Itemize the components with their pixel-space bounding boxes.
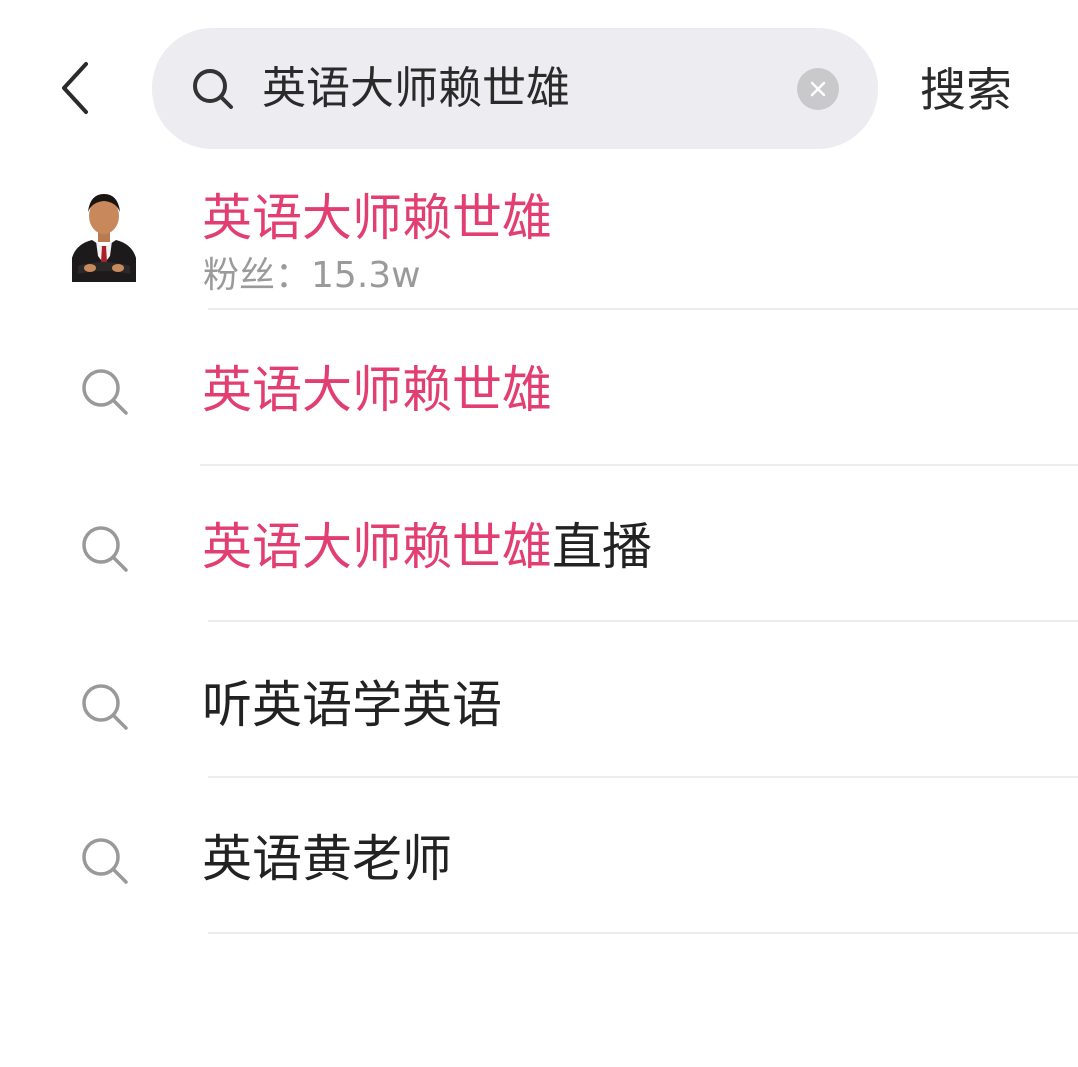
user-result[interactable]: 英语大师赖世雄 粉丝：15.3w	[0, 160, 1078, 310]
fans-count: 15.3w	[311, 255, 421, 296]
search-icon	[82, 526, 128, 572]
list-item[interactable]: 听英语学英语	[0, 645, 1078, 765]
suggestion-text: 英语大师赖世雄	[202, 330, 552, 450]
user-name: 英语大师赖世雄	[202, 189, 552, 247]
suggestion-rest: 英语黄老师	[202, 830, 452, 888]
clear-icon	[810, 81, 826, 97]
suggestion-highlight: 英语大师赖世雄	[202, 518, 552, 576]
list-item[interactable]: 英语大师赖世雄	[0, 330, 1078, 450]
search-page: 英语大师赖世雄 搜索 英语大师赖世雄 粉丝：15.3w 英语大师赖世雄 英语大师…	[0, 0, 1078, 1067]
list-item[interactable]: 英语大师赖世雄直播	[0, 487, 1078, 607]
search-button[interactable]: 搜索	[920, 58, 1012, 122]
suggestion-text: 听英语学英语	[202, 645, 502, 765]
divider	[208, 620, 1078, 622]
chevron-left-icon	[62, 62, 88, 114]
user-fans: 粉丝：15.3w	[203, 246, 421, 298]
divider	[200, 464, 1078, 466]
suggestion-rest: 直播	[552, 518, 652, 576]
back-button[interactable]	[48, 58, 104, 118]
suggestion-rest: 听英语学英语	[202, 676, 502, 734]
suggestion-text: 英语大师赖世雄直播	[202, 487, 652, 607]
list-item[interactable]: 英语黄老师	[0, 799, 1078, 919]
divider	[208, 776, 1078, 778]
search-icon	[82, 684, 128, 730]
search-bar[interactable]: 英语大师赖世雄	[152, 28, 878, 149]
divider	[208, 308, 1078, 310]
search-icon	[82, 369, 128, 415]
search-icon	[82, 838, 128, 884]
fans-label: 粉丝：	[203, 255, 312, 296]
suggestion-highlight: 英语大师赖世雄	[202, 361, 552, 419]
avatar	[68, 186, 140, 282]
divider	[208, 932, 1078, 934]
search-icon	[193, 69, 233, 109]
suggestion-text: 英语黄老师	[202, 799, 452, 919]
search-input[interactable]: 英语大师赖世雄	[262, 28, 782, 149]
clear-button[interactable]	[797, 68, 839, 110]
